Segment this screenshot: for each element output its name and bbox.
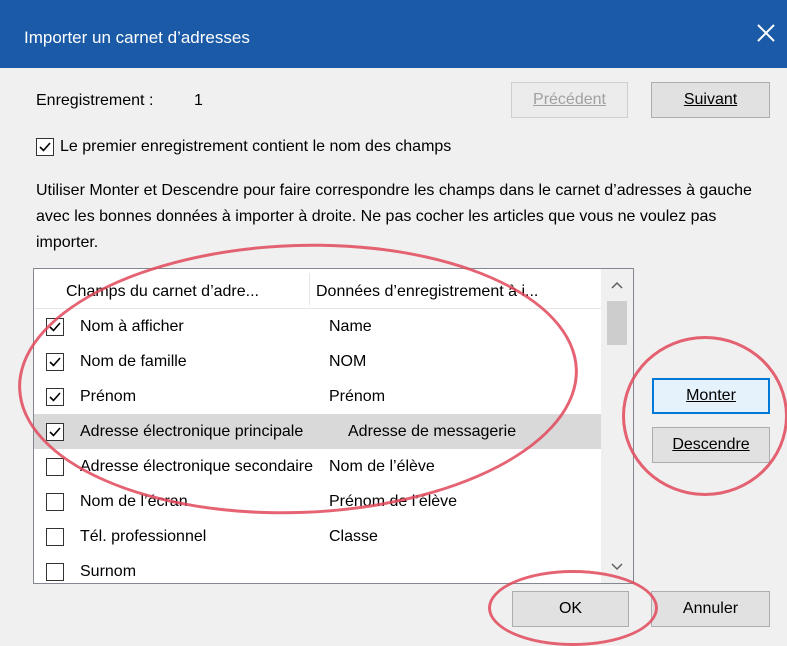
instructions-text: Utiliser Monter et Descendre pour faire …	[36, 182, 752, 251]
list-header: Champs du carnet d’adre... Données d’enr…	[34, 269, 602, 309]
checkmark-icon	[39, 142, 51, 152]
column-header-data[interactable]: Données d’enregistrement à i...	[316, 283, 538, 301]
list-item[interactable]: Nom à afficher Name	[34, 309, 602, 344]
list-item[interactable]: Nom de l’écran Prénom de l’élève	[34, 484, 602, 519]
next-button[interactable]: Suivant	[651, 82, 770, 118]
checkmark-icon	[49, 321, 61, 332]
vertical-scrollbar[interactable]	[601, 269, 633, 583]
first-record-label: Le premier enregistrement contient le no…	[60, 138, 452, 155]
row-checkbox[interactable]	[46, 457, 64, 476]
row-checkbox[interactable]	[46, 562, 64, 581]
row-import-value: Prénom	[329, 387, 386, 405]
list-rows: Nom à afficher Name Nom de famille NOM Préno…	[34, 309, 602, 583]
column-header-fields[interactable]: Champs du carnet d’adre...	[66, 283, 259, 301]
list-item[interactable]: Tél. professionnel Classe	[34, 519, 602, 554]
move-up-button[interactable]: Monter	[652, 378, 770, 414]
row-checkbox[interactable]	[46, 527, 64, 546]
row-field-name: Adresse électronique secondaire	[80, 457, 314, 475]
row-checkbox[interactable]	[46, 317, 64, 336]
row-field-name: Tél. professionnel	[80, 527, 207, 545]
column-divider[interactable]	[309, 273, 310, 305]
scrollbar-thumb[interactable]	[607, 301, 627, 345]
record-number: 1	[194, 92, 203, 109]
scroll-up-icon[interactable]	[601, 269, 633, 301]
row-field-name: Nom de l’écran	[80, 492, 188, 510]
checkbox[interactable]	[36, 138, 54, 156]
ok-label: OK	[558, 600, 583, 617]
first-record-checkbox[interactable]: Le premier enregistrement contient le no…	[36, 138, 451, 156]
row-field-name: Surnom	[80, 562, 137, 580]
previous-button-label: Précédent	[533, 91, 606, 108]
cancel-label: Annuler	[682, 600, 739, 617]
row-import-value: Adresse de messagerie	[348, 422, 517, 440]
list-item[interactable]: Surnom	[34, 554, 602, 583]
row-checkbox[interactable]	[46, 492, 64, 511]
window-title: Importer un carnet d’adresses	[24, 28, 250, 47]
row-field-name: Prénom	[80, 387, 137, 405]
previous-button[interactable]: Précédent	[511, 82, 628, 118]
cancel-button[interactable]: Annuler	[651, 591, 770, 627]
list-item[interactable]: Nom de famille NOM	[34, 344, 602, 379]
import-address-book-dialog: Enregistrement : 1 Précédent Suivant Le …	[0, 68, 787, 646]
row-import-value: NOM	[329, 352, 367, 370]
row-import-value: Classe	[329, 527, 378, 545]
record-label: Enregistrement :	[36, 92, 154, 109]
ok-button[interactable]: OK	[512, 591, 629, 627]
row-checkbox[interactable]	[46, 352, 64, 371]
move-down-label: Descendre	[672, 436, 750, 453]
title-bar: Importer un carnet d’adresses	[0, 0, 787, 68]
next-button-label: Suivant	[683, 91, 738, 108]
row-import-value: Nom de l’élève	[329, 457, 435, 475]
move-up-label: Monter	[686, 387, 736, 404]
row-import-value: Prénom de l’élève	[329, 492, 458, 510]
checkmark-icon	[49, 426, 61, 437]
checkmark-icon	[49, 391, 61, 402]
scroll-down-icon[interactable]	[601, 551, 633, 583]
close-icon[interactable]	[755, 22, 777, 44]
move-down-button[interactable]: Descendre	[652, 427, 770, 463]
row-field-name: Nom de famille	[80, 352, 187, 370]
row-field-name: Adresse électronique principale	[80, 422, 304, 440]
annotation-circle-side-buttons	[622, 336, 787, 496]
row-checkbox[interactable]	[46, 387, 64, 406]
list-item[interactable]: Adresse électronique secondaire Nom de l’…	[34, 449, 602, 484]
list-item[interactable]: Prénom Prénom	[34, 379, 602, 414]
row-field-name: Nom à afficher	[80, 317, 184, 335]
row-import-value: Name	[329, 317, 372, 335]
field-mapping-list[interactable]: Champs du carnet d’adre... Données d’enr…	[33, 268, 634, 584]
row-checkbox[interactable]	[46, 422, 64, 441]
checkmark-icon	[49, 356, 61, 367]
list-item[interactable]: Adresse électronique principale Adresse d…	[34, 414, 602, 449]
